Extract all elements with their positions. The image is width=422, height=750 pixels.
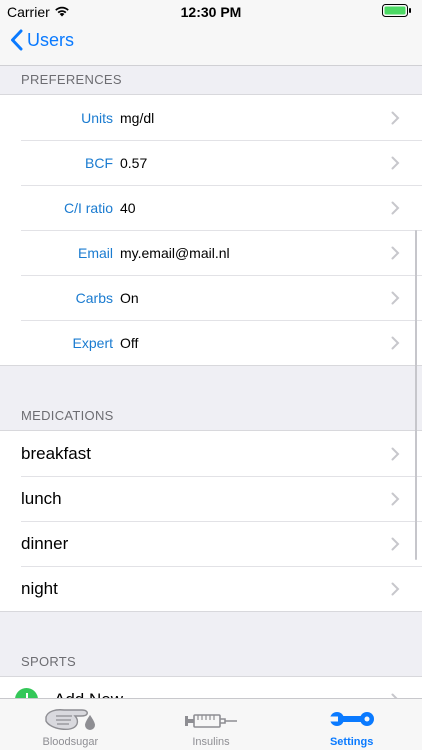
preference-row-email[interactable]: Email my.email@mail.nl	[0, 230, 422, 275]
preferences-group: Units mg/dl BCF 0.57 C/I ratio 40 Email …	[0, 94, 422, 366]
tab-insulins[interactable]: Insulins	[141, 699, 282, 750]
chevron-right-icon	[391, 582, 400, 596]
back-button[interactable]: Users	[10, 29, 74, 51]
row-label: BCF	[85, 154, 113, 171]
medication-row-lunch[interactable]: lunch	[0, 476, 422, 521]
preference-row-carbs[interactable]: Carbs On	[0, 275, 422, 320]
row-label: C/I ratio	[63, 199, 113, 216]
chevron-right-icon	[391, 447, 400, 461]
syringe-icon	[183, 702, 239, 736]
tab-settings[interactable]: Settings	[281, 699, 422, 750]
medication-name: dinner	[21, 533, 69, 553]
section-header-medications: MEDICATIONS	[21, 408, 114, 423]
settings-list[interactable]: PREFERENCES Units mg/dl BCF 0.57 C/I rat…	[0, 66, 422, 698]
tab-bloodsugar[interactable]: Bloodsugar	[0, 699, 141, 750]
medication-name: breakfast	[21, 443, 91, 463]
medication-name: lunch	[21, 488, 62, 508]
sports-group: Add New...	[0, 676, 422, 698]
row-value: Off	[120, 334, 139, 351]
chevron-right-icon	[391, 246, 400, 260]
wrench-icon	[329, 702, 375, 736]
medication-row-dinner[interactable]: dinner	[0, 521, 422, 566]
clock: 12:30 PM	[180, 4, 242, 20]
preference-row-bcf[interactable]: BCF 0.57	[0, 140, 422, 185]
row-label: Expert	[72, 334, 113, 351]
scroll-indicator[interactable]	[415, 230, 417, 560]
tab-label: Insulins	[192, 736, 230, 748]
tab-label: Settings	[329, 736, 374, 748]
navigation-bar: Users	[0, 22, 422, 66]
row-value: my.email@mail.nl	[120, 244, 230, 261]
bloodsugar-icon	[42, 702, 98, 736]
tab-label: Bloodsugar	[42, 736, 99, 748]
chevron-right-icon	[391, 111, 400, 125]
section-header-sports: SPORTS	[21, 654, 77, 669]
add-icon	[15, 688, 38, 698]
medication-row-night[interactable]: night	[0, 566, 422, 611]
chevron-right-icon	[391, 537, 400, 551]
chevron-right-icon	[391, 156, 400, 170]
medication-name: night	[21, 578, 58, 598]
row-label: Email	[77, 244, 113, 261]
row-label: Units	[81, 109, 113, 126]
row-value: On	[120, 289, 139, 306]
chevron-right-icon	[391, 336, 400, 350]
tab-bar: Bloodsugar Insulins Settings	[0, 698, 422, 750]
row-value: mg/dl	[120, 109, 155, 126]
row-value: 40	[120, 199, 136, 216]
preference-row-units[interactable]: Units mg/dl	[0, 95, 422, 140]
chevron-right-icon	[391, 201, 400, 215]
row-value: 0.57	[120, 154, 148, 171]
row-label: Carbs	[75, 289, 113, 306]
status-bar: Carrier 12:30 PM	[0, 0, 422, 22]
back-button-label: Users	[27, 29, 75, 50]
add-new-label: Add New...	[54, 690, 136, 699]
medications-group: breakfast lunch dinner night	[0, 430, 422, 612]
chevron-right-icon	[391, 291, 400, 305]
preference-row-expert[interactable]: Expert Off	[0, 320, 422, 365]
preference-row-ci-ratio[interactable]: C/I ratio 40	[0, 185, 422, 230]
battery-icon	[382, 4, 412, 20]
medication-row-breakfast[interactable]: breakfast	[0, 431, 422, 476]
chevron-right-icon	[391, 492, 400, 506]
add-new-sport-button[interactable]: Add New...	[0, 677, 422, 698]
chevron-left-icon	[11, 29, 23, 51]
section-header-preferences: PREFERENCES	[21, 72, 122, 87]
